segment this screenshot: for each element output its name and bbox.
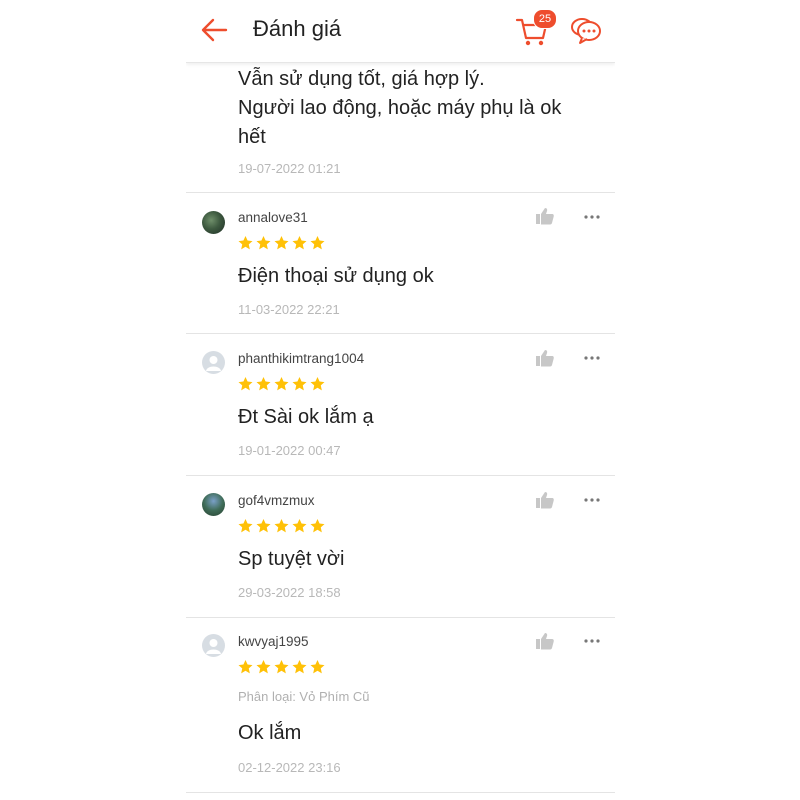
chat-button[interactable] [569,14,603,46]
thumbs-up-icon[interactable] [535,349,555,367]
avatar[interactable] [202,634,225,657]
review-date: 29-03-2022 18:58 [238,585,341,600]
star-icon [274,519,289,533]
more-dots-icon[interactable] [583,638,601,644]
review-username[interactable]: phanthikimtrang1004 [238,351,364,366]
review-date: 11-03-2022 22:21 [238,302,340,317]
review-card: gof4vmzmux Sp tuyệt vời 29-03-2022 18:58 [186,476,615,618]
cart-count-badge: 25 [533,9,557,29]
review-date: 19-07-2022 01:21 [238,161,341,176]
review-screen: Đánh giá 25 Vẫn sử dụng tốt, giá hợp lý.… [186,0,615,800]
star-icon [238,377,253,391]
top-app-bar: Đánh giá 25 [186,0,615,63]
avatar[interactable] [202,211,225,234]
back-arrow-icon [201,18,228,42]
review-card: kwvyaj1995 Phân loại: Vỏ Phím Cũ Ok lắm … [186,618,615,793]
star-icon [256,377,271,391]
review-card: annalove31 Điện thoại sử dụng ok 11-03-2… [186,192,615,334]
star-icon [292,519,307,533]
star-icon [238,236,253,250]
star-icon [292,660,307,674]
review-card-partial: Vẫn sử dụng tốt, giá hợp lý. Người lao đ… [186,62,615,193]
review-username[interactable]: kwvyaj1995 [238,634,309,649]
star-icon [238,660,253,674]
star-rating [237,518,326,534]
star-icon [274,377,289,391]
star-icon [310,660,325,674]
thumbs-up-icon[interactable] [535,632,555,650]
review-variant: Phân loại: Vỏ Phím Cũ [238,689,370,704]
avatar[interactable] [202,493,225,516]
star-rating [237,376,326,392]
review-username[interactable]: annalove31 [238,210,308,225]
review-comment: Đt Sài ok lắm ạ [238,406,374,428]
more-dots-icon[interactable] [583,214,601,220]
review-comment: Điện thoại sử dụng ok [238,265,434,287]
star-icon [310,236,325,250]
star-rating [237,659,326,675]
star-icon [256,236,271,250]
review-date: 19-01-2022 00:47 [238,443,341,458]
back-button[interactable] [198,14,232,46]
review-comment: Vẫn sử dụng tốt, giá hợp lý. Người lao đ… [238,68,562,148]
review-username[interactable]: gof4vmzmux [238,493,315,508]
avatar[interactable] [202,351,225,374]
star-icon [256,660,271,674]
review-comment: Sp tuyệt vời [238,548,345,570]
star-icon [256,519,271,533]
star-icon [292,236,307,250]
star-icon [310,377,325,391]
star-icon [310,519,325,533]
star-rating [237,235,326,251]
more-dots-icon[interactable] [583,497,601,503]
more-dots-icon[interactable] [583,355,601,361]
chat-icon [571,18,601,44]
thumbs-up-icon[interactable] [535,491,555,509]
thumbs-up-icon[interactable] [535,207,555,225]
review-card: phanthikimtrang1004 Đt Sài ok lắm ạ 19-0… [186,334,615,476]
default-avatar-icon [206,639,221,654]
review-comment: Ok lắm [238,722,302,744]
review-date: 02-12-2022 23:16 [238,760,341,775]
star-icon [292,377,307,391]
star-icon [238,519,253,533]
star-icon [274,236,289,250]
star-icon [274,660,289,674]
default-avatar-icon [206,356,221,371]
page-title: Đánh giá [253,16,342,41]
